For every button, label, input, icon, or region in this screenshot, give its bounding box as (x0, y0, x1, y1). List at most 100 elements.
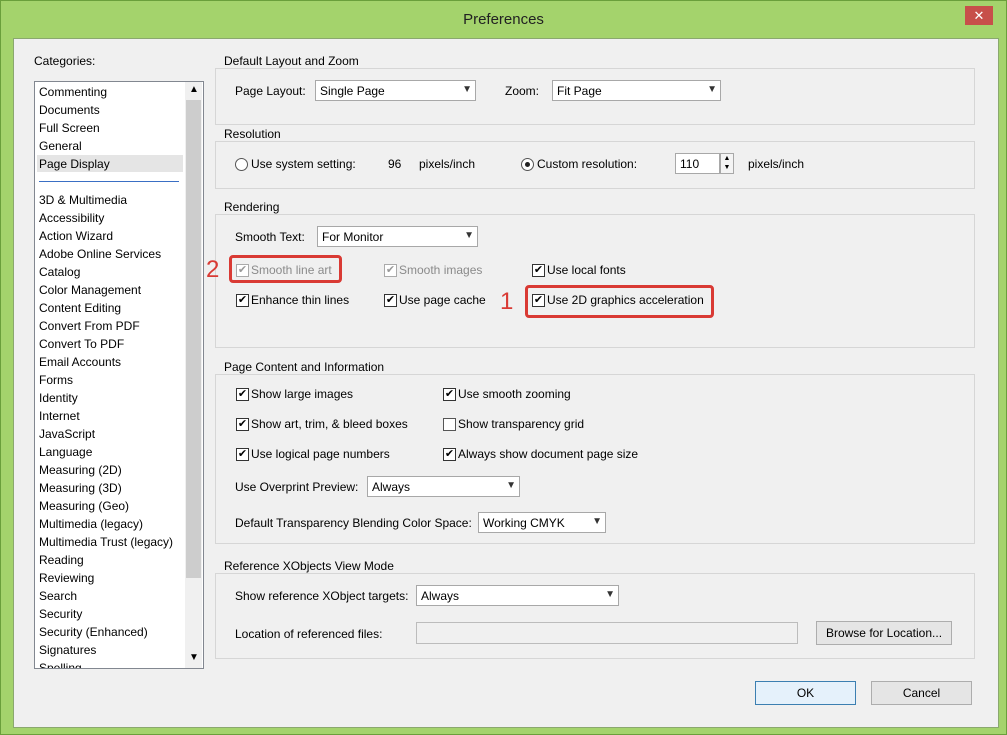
always-show-page-size-label[interactable]: Always show document page size (458, 447, 638, 461)
category-item[interactable]: Signatures (39, 643, 96, 657)
enhance-thin-lines-checkbox[interactable]: ✔ (236, 294, 249, 307)
category-item[interactable]: Convert To PDF (39, 337, 124, 351)
custom-resolution-value: 110 (680, 157, 700, 171)
category-item[interactable]: JavaScript (39, 427, 95, 441)
system-setting-radio[interactable] (235, 158, 248, 171)
rendering-title: Rendering (222, 200, 282, 214)
category-item[interactable]: Security (39, 607, 82, 621)
scroll-up-icon[interactable]: ▲ (189, 84, 199, 95)
xobject-targets-value: Always (421, 589, 460, 603)
chevron-down-icon: ▼ (592, 516, 602, 527)
smooth-images-label[interactable]: Smooth images (399, 263, 482, 277)
overprint-preview-value: Always (372, 480, 411, 494)
category-item[interactable]: Identity (39, 391, 78, 405)
custom-resolution-label[interactable]: Custom resolution: (537, 157, 637, 171)
close-button[interactable]: ✕ (965, 6, 993, 25)
show-art-boxes-label[interactable]: Show art, trim, & bleed boxes (251, 417, 408, 431)
title-bar[interactable]: Preferences ✕ (1, 1, 1006, 38)
category-item[interactable]: Security (Enhanced) (39, 625, 148, 639)
ok-button[interactable]: OK (755, 681, 856, 705)
window-title: Preferences (463, 11, 544, 28)
page-layout-select[interactable]: Single Page ▼ (315, 80, 476, 101)
referenced-files-input[interactable] (416, 622, 798, 644)
overprint-preview-label: Use Overprint Preview: (235, 480, 359, 494)
category-item[interactable]: Adobe Online Services (39, 247, 161, 261)
smooth-text-label: Smooth Text: (235, 230, 305, 244)
xobjects-title: Reference XObjects View Mode (222, 559, 396, 573)
category-item[interactable]: Internet (39, 409, 80, 423)
category-item[interactable]: Content Editing (39, 301, 121, 315)
category-item[interactable]: Color Management (39, 283, 141, 297)
category-item[interactable]: Catalog (39, 265, 80, 279)
scroll-down-icon[interactable]: ▼ (189, 652, 199, 663)
chevron-down-icon: ▼ (506, 480, 516, 491)
system-resolution-value: 96 (388, 157, 402, 171)
custom-resolution-unit: pixels/inch (748, 157, 805, 171)
category-item[interactable]: Multimedia Trust (legacy) (39, 535, 173, 549)
category-item[interactable]: Measuring (3D) (39, 481, 122, 495)
category-item[interactable]: Language (39, 445, 92, 459)
cancel-button[interactable]: Cancel (871, 681, 972, 705)
category-item[interactable]: Email Accounts (39, 355, 121, 369)
use-local-fonts-checkbox[interactable]: ✔ (532, 264, 545, 277)
zoom-select[interactable]: Fit Page ▼ (552, 80, 721, 101)
category-item[interactable]: Action Wizard (39, 229, 113, 243)
category-commenting[interactable]: Commenting (39, 85, 107, 99)
use-page-cache-label[interactable]: Use page cache (399, 293, 486, 307)
category-item[interactable]: Search (39, 589, 77, 603)
browse-location-button[interactable]: Browse for Location... (816, 621, 952, 645)
use-smooth-zooming-checkbox[interactable]: ✔ (443, 388, 456, 401)
scrollbar-thumb[interactable] (186, 100, 201, 578)
page-content-title: Page Content and Information (222, 360, 387, 374)
category-item[interactable]: Measuring (2D) (39, 463, 122, 477)
referenced-files-label: Location of referenced files: (235, 627, 383, 641)
use-logical-page-numbers-label[interactable]: Use logical page numbers (251, 447, 390, 461)
category-general[interactable]: General (39, 139, 82, 153)
radio-selected-dot (525, 162, 530, 167)
category-full-screen[interactable]: Full Screen (39, 121, 100, 135)
category-item[interactable]: Forms (39, 373, 73, 387)
category-item[interactable]: Accessibility (39, 211, 104, 225)
show-transparency-grid-checkbox[interactable] (443, 418, 456, 431)
show-art-boxes-checkbox[interactable]: ✔ (236, 418, 249, 431)
preferences-window: Preferences ✕ Categories: Commenting Doc… (0, 0, 1007, 735)
categories-list[interactable]: Commenting Documents Full Screen General… (34, 81, 204, 669)
show-large-images-label[interactable]: Show large images (251, 387, 353, 401)
use-local-fonts-label[interactable]: Use local fonts (547, 263, 626, 277)
smooth-text-value: For Monitor (322, 230, 384, 244)
category-item[interactable]: Spelling (39, 661, 82, 668)
use-logical-page-numbers-checkbox[interactable]: ✔ (236, 448, 249, 461)
system-setting-label[interactable]: Use system setting: (251, 157, 356, 171)
show-large-images-checkbox[interactable]: ✔ (236, 388, 249, 401)
category-item[interactable]: Convert From PDF (39, 319, 140, 333)
use-smooth-zooming-label[interactable]: Use smooth zooming (458, 387, 571, 401)
category-documents[interactable]: Documents (39, 103, 100, 117)
smooth-text-select[interactable]: For Monitor ▼ (317, 226, 478, 247)
category-item[interactable]: Multimedia (legacy) (39, 517, 143, 531)
custom-resolution-radio[interactable] (521, 158, 534, 171)
smooth-images-checkbox[interactable]: ✔ (384, 264, 397, 277)
xobject-targets-select[interactable]: Always ▼ (416, 585, 619, 606)
categories-scrollbar[interactable]: ▲ ▼ (185, 82, 202, 668)
page-layout-label: Page Layout: (235, 84, 306, 98)
category-item[interactable]: Measuring (Geo) (39, 499, 129, 513)
always-show-page-size-checkbox[interactable]: ✔ (443, 448, 456, 461)
custom-resolution-input[interactable]: 110 (675, 153, 720, 174)
category-item[interactable]: Reviewing (39, 571, 94, 585)
blending-space-select[interactable]: Working CMYK ▼ (478, 512, 606, 533)
resolution-spinner[interactable]: ▲ ▼ (720, 153, 734, 174)
category-page-display[interactable]: Page Display (39, 157, 110, 171)
enhance-thin-lines-label[interactable]: Enhance thin lines (251, 293, 349, 307)
resolution-title: Resolution (222, 127, 283, 141)
use-page-cache-checkbox[interactable]: ✔ (384, 294, 397, 307)
show-transparency-grid-label[interactable]: Show transparency grid (458, 417, 584, 431)
category-item[interactable]: 3D & Multimedia (39, 193, 127, 207)
annotation-number-2: 2 (206, 256, 220, 283)
category-item[interactable]: Reading (39, 553, 84, 567)
spinner-down-icon[interactable]: ▼ (724, 164, 731, 171)
xobject-targets-label: Show reference XObject targets: (235, 589, 409, 603)
spinner-up-icon[interactable]: ▲ (724, 155, 731, 162)
blending-space-label: Default Transparency Blending Color Spac… (235, 516, 472, 530)
overprint-preview-select[interactable]: Always ▼ (367, 476, 520, 497)
system-resolution-unit: pixels/inch (419, 157, 476, 171)
